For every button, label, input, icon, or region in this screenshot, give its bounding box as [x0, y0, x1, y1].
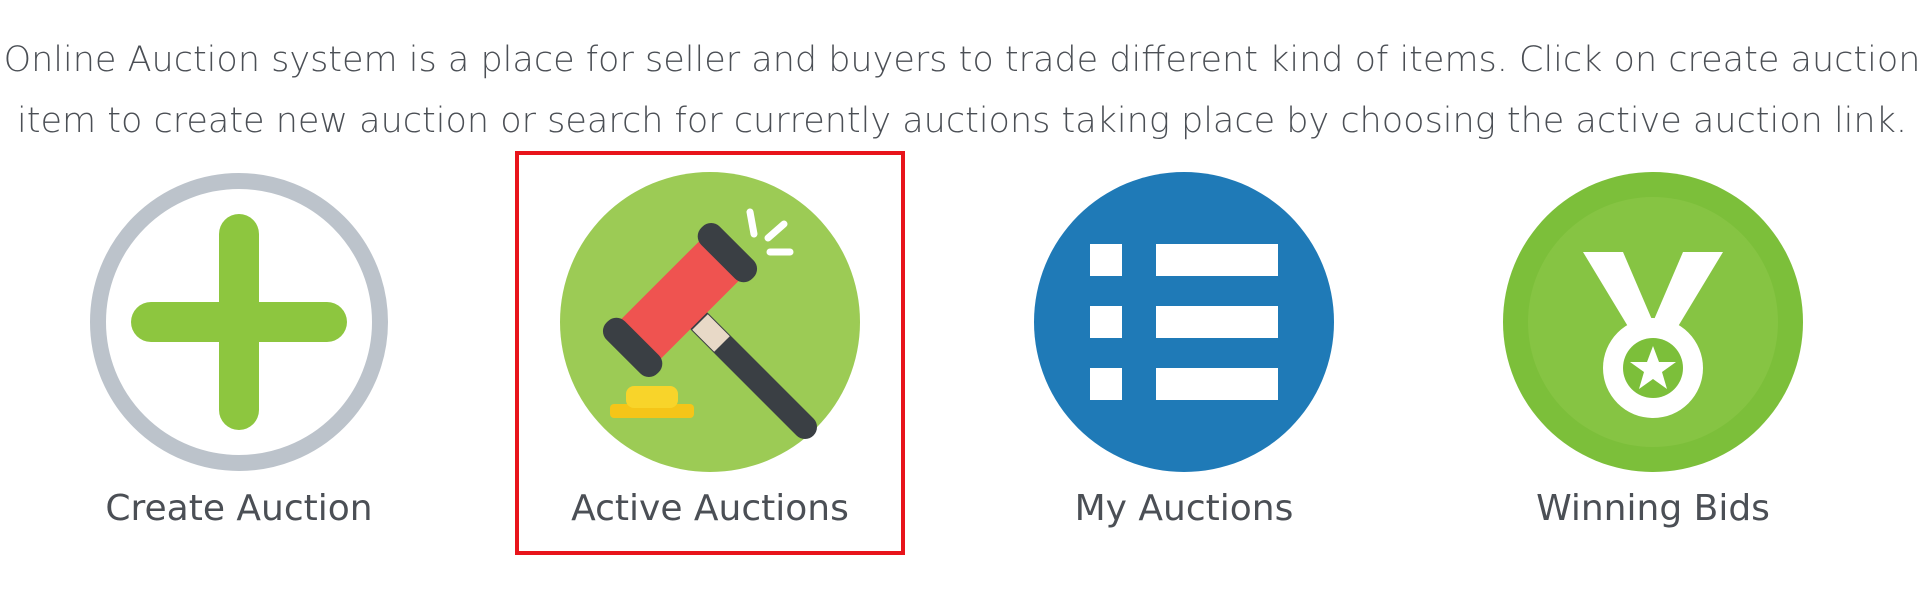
list-icon: [1034, 172, 1334, 472]
gavel-icon: [560, 172, 860, 472]
active-auctions-label: Active Auctions: [571, 488, 849, 529]
medal-icon: [1503, 172, 1803, 472]
plus-circle-icon: [90, 173, 388, 471]
intro-line-1: Online Auction system is a place for sel…: [3, 40, 1921, 80]
winning-bids-label: Winning Bids: [1536, 488, 1770, 529]
active-auctions-tile[interactable]: Active Auctions: [550, 172, 870, 552]
create-auction-label: Create Auction: [105, 488, 373, 529]
intro-line-2: item to create new auction or search for…: [17, 101, 1907, 141]
create-auction-tile[interactable]: Create Auction: [79, 172, 399, 552]
intro-text: Online Auction system is a place for sel…: [0, 30, 1924, 152]
my-auctions-tile[interactable]: My Auctions: [1024, 172, 1344, 552]
winning-bids-tile[interactable]: Winning Bids: [1493, 172, 1813, 552]
my-auctions-label: My Auctions: [1074, 488, 1294, 529]
